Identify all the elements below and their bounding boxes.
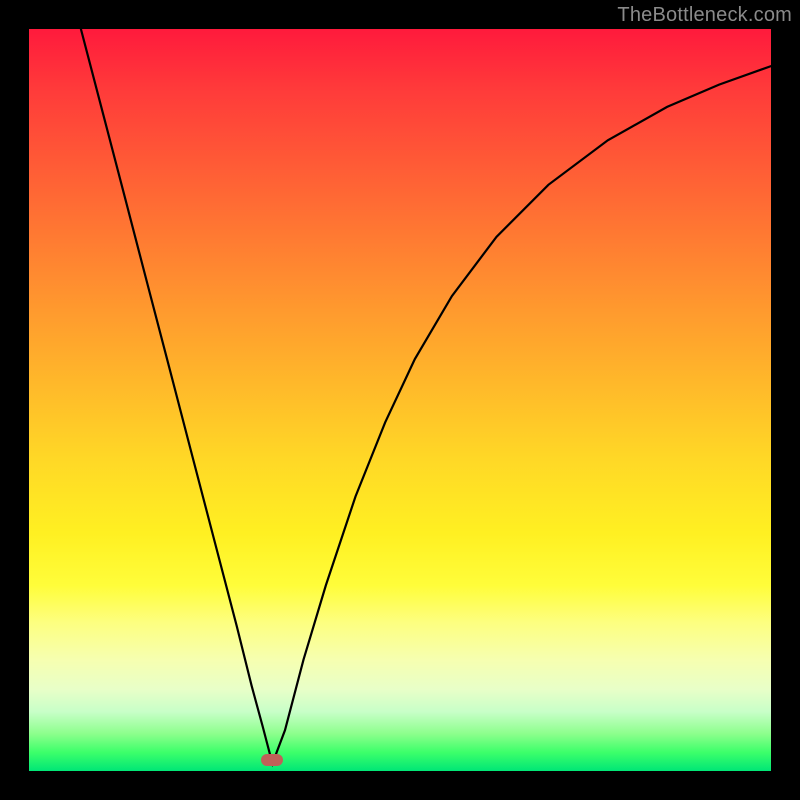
chart-frame: TheBottleneck.com [0, 0, 800, 800]
minimum-marker [261, 754, 283, 766]
watermark-text: TheBottleneck.com [617, 4, 792, 27]
curve-svg [29, 29, 771, 771]
plot-area [29, 29, 771, 771]
bottleneck-curve [81, 29, 771, 764]
